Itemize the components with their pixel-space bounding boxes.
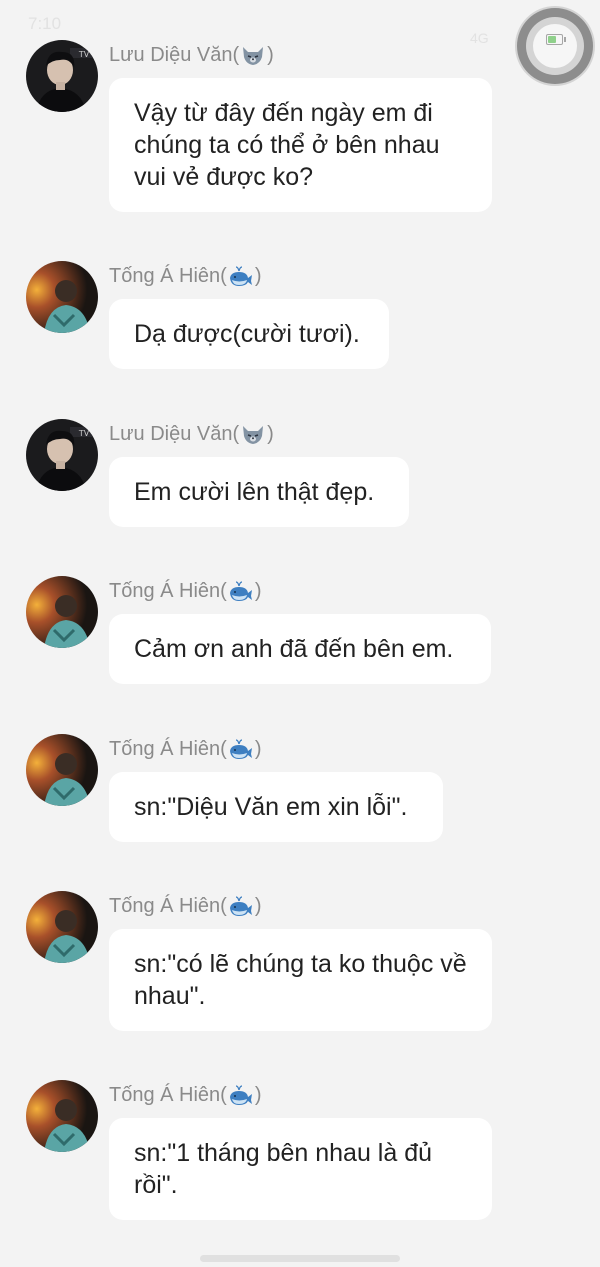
message-bubble[interactable]: Cảm ơn anh đã đến bên em. <box>109 614 491 684</box>
sender-name: Tống Á Hiên <box>109 265 221 287</box>
message-bubble[interactable]: Dạ được(cười tươi). <box>109 299 389 369</box>
avatar[interactable] <box>26 1080 98 1152</box>
message-bubble[interactable]: Vậy từ đây đến ngày em đi chúng ta có th… <box>109 78 492 212</box>
whale-icon <box>229 266 252 286</box>
sender-name: Tống Á Hiên <box>109 895 221 917</box>
message-bubble[interactable]: sn:"có lẽ chúng ta ko thuộc về nhau". <box>109 929 492 1031</box>
status-bar: 7:10 4G <box>0 0 600 48</box>
whale-icon <box>229 581 252 601</box>
sender-name: Lưu Diệu Văn <box>109 44 233 66</box>
whale-icon <box>229 896 252 916</box>
sender-label: Tống Á Hiên( ) <box>109 1080 262 1110</box>
avatar[interactable] <box>26 576 98 648</box>
sender-label: Tống Á Hiên( ) <box>109 576 262 606</box>
sender-name: Tống Á Hiên <box>109 580 221 602</box>
sender-name: Tống Á Hiên <box>109 738 221 760</box>
avatar[interactable]: TV <box>26 40 98 112</box>
status-network: 4G <box>470 30 489 46</box>
avatar[interactable] <box>26 891 98 963</box>
sender-label: Tống Á Hiên( ) <box>109 734 262 764</box>
battery-icon <box>546 34 566 45</box>
sender-label: Tống Á Hiên( ) <box>109 261 262 291</box>
assistive-touch-button[interactable] <box>517 8 593 84</box>
sender-label: Lưu Diệu Văn( ) <box>109 40 274 70</box>
sender-label: Lưu Diệu Văn( ) <box>109 419 274 449</box>
wolf-icon <box>243 47 264 65</box>
wolf-icon <box>243 426 264 444</box>
svg-text:TV: TV <box>78 50 90 59</box>
sender-name: Tống Á Hiên <box>109 1084 221 1106</box>
avatar[interactable] <box>26 734 98 806</box>
message-bubble[interactable]: sn:"1 tháng bên nhau là đủ rồi". <box>109 1118 492 1220</box>
sender-name: Lưu Diệu Văn <box>109 423 233 445</box>
svg-text:TV: TV <box>78 429 90 438</box>
home-indicator[interactable] <box>200 1255 400 1262</box>
chat-screen: 7:10 4G TV Lưu Diệu Văn() Vậy từ đây đế… <box>0 0 600 1267</box>
assistive-ring-inner <box>533 24 577 68</box>
status-time: 7:10 <box>28 14 62 33</box>
message-bubble[interactable]: sn:"Diệu Văn em xin lỗi". <box>109 772 443 842</box>
avatar[interactable] <box>26 261 98 333</box>
message-bubble[interactable]: Em cười lên thật đẹp. <box>109 457 409 527</box>
whale-icon <box>229 1085 252 1105</box>
whale-icon <box>229 739 252 759</box>
sender-label: Tống Á Hiên( ) <box>109 891 262 921</box>
avatar[interactable]: TV <box>26 419 98 491</box>
